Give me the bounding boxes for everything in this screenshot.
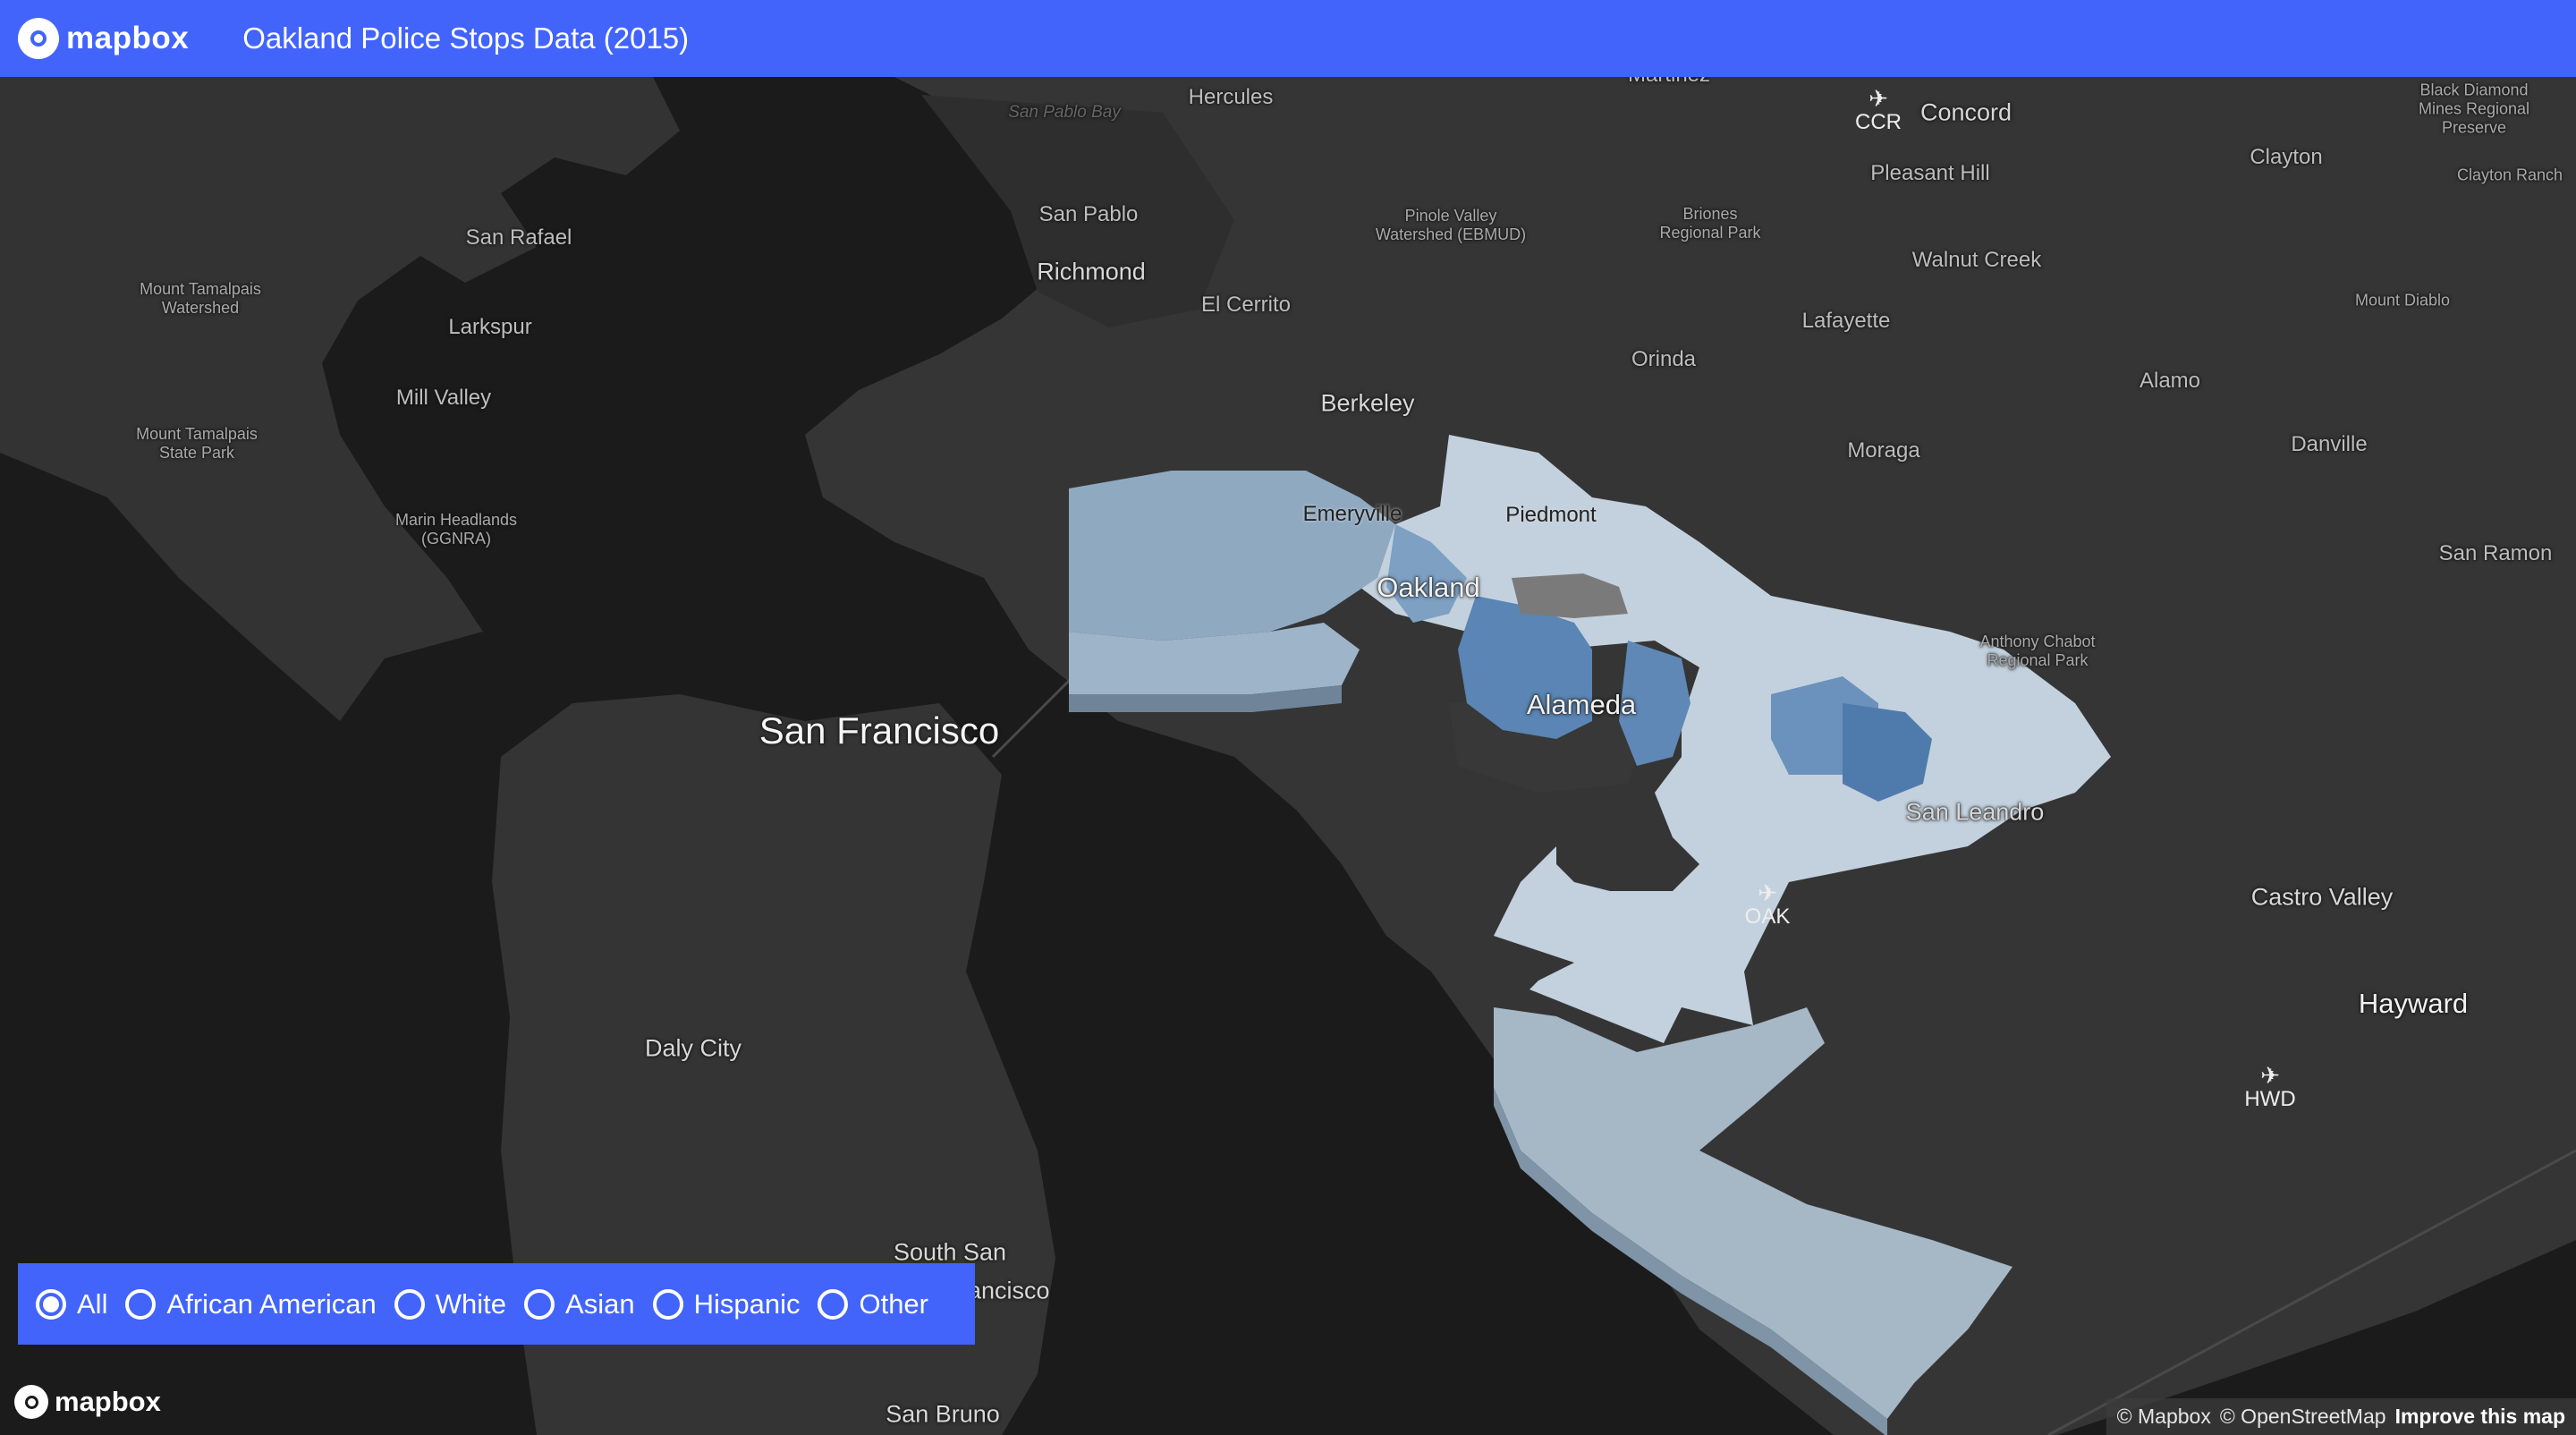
filter-option-label: Hispanic (693, 1287, 801, 1320)
basemap-svg (0, 77, 2576, 1435)
label-lafayette: Lafayette (1801, 309, 1891, 333)
filter-option-label: Other (859, 1287, 928, 1320)
header-bar: mapbox Oakland Police Stops Data (2015) (0, 0, 2576, 77)
label-san-ramon: San Ramon (2438, 541, 2553, 565)
label-walnut-creek: Walnut Creek (1911, 248, 2042, 272)
filter-option-hispanic[interactable]: Hispanic (652, 1287, 801, 1320)
attribution-osm-link[interactable]: © OpenStreetMap (2220, 1405, 2386, 1429)
label-moraga: Moraga (1847, 438, 1920, 463)
label-san-rafael: San Rafael (465, 225, 572, 250)
filter-option-white[interactable]: White (394, 1288, 506, 1320)
attribution-mapbox-link[interactable]: © Mapbox (2117, 1405, 2211, 1429)
airport-oak[interactable]: ✈ OAK (1745, 881, 1791, 930)
airport-ccr[interactable]: ✈ CCR (1855, 87, 1902, 135)
label-mill-valley: Mill Valley (395, 386, 492, 410)
mapbox-logo-icon (14, 1385, 48, 1419)
airport-hwd[interactable]: ✈ HWD (2244, 1064, 2295, 1112)
radio-button[interactable] (524, 1288, 555, 1320)
label-san-francisco: San Francisco (758, 709, 1000, 751)
label-orinda: Orinda (1631, 347, 1697, 371)
label-san-pablo-bay: San Pablo Bay (1008, 103, 1121, 122)
label-tamalpais-watershed: Mount Tamalpais Watershed (140, 280, 261, 317)
label-san-leandro: San Leandro (1905, 798, 2045, 826)
map-canvas[interactable]: Martinez Hercules San Pablo Bay Concord … (0, 63, 2576, 1435)
filter-option-other[interactable]: Other (818, 1288, 928, 1320)
filter-option-african-american[interactable]: African American (125, 1287, 377, 1320)
radio-button[interactable] (818, 1288, 849, 1320)
filter-option-all[interactable]: All (36, 1288, 107, 1320)
label-hayward: Hayward (2358, 988, 2469, 1019)
label-concord: Concord (1919, 98, 2012, 126)
label-danville: Danville (2291, 432, 2368, 456)
page-title: Oakland Police Stops Data (2015) (242, 21, 690, 55)
label-clayton: Clayton (2250, 145, 2323, 169)
filter-option-label: African American (166, 1287, 377, 1320)
label-south-sf: South San (893, 1238, 1007, 1266)
label-black-diamond: Black Diamond Mines Regional Preserve (2418, 81, 2530, 137)
airport-code: HWD (2244, 1087, 2296, 1111)
label-marin-headlands: Marin Headlands (GGNRA) (394, 511, 518, 548)
filter-option-asian[interactable]: Asian (524, 1288, 635, 1320)
airplane-icon: ✈ (1758, 879, 1777, 906)
label-tamalpais-state-park: Mount Tamalpais State Park (136, 425, 258, 462)
mapbox-logo-text: mapbox (66, 21, 190, 55)
label-san-bruno: San Bruno (886, 1400, 1000, 1428)
label-anthony-chabot: Anthony Chabot Regional Park (1979, 633, 2096, 669)
filter-option-label: Asian (565, 1287, 635, 1320)
mapbox-logo[interactable]: mapbox (18, 18, 189, 59)
label-richmond: Richmond (1037, 258, 1146, 285)
label-larkspur: Larkspur (448, 315, 532, 339)
label-briones: Briones Regional Park (1659, 205, 1761, 242)
label-emeryville: Emeryville (1302, 502, 1402, 526)
label-berkeley: Berkeley (1320, 389, 1415, 417)
airport-code: CCR (1855, 110, 1902, 134)
label-oakland: Oakland (1377, 572, 1480, 603)
label-hercules: Hercules (1188, 85, 1274, 109)
radio-button[interactable] (394, 1288, 425, 1320)
map-attribution: © Mapbox © OpenStreetMap Improve this ma… (2106, 1398, 2576, 1435)
label-alamo: Alamo (2139, 369, 2201, 393)
airplane-icon: ✈ (2260, 1062, 2280, 1089)
label-alameda: Alameda (1526, 689, 1637, 720)
mapbox-watermark[interactable]: mapbox (14, 1385, 161, 1419)
label-mount-diablo: Mount Diablo (2354, 291, 2451, 310)
filter-option-label: All (77, 1287, 108, 1320)
label-pleasant-hill: Pleasant Hill (1870, 161, 1990, 185)
airplane-icon: ✈ (1868, 85, 1888, 112)
label-el-cerrito: El Cerrito (1200, 293, 1292, 317)
radio-button-selected[interactable] (36, 1288, 66, 1320)
radio-button[interactable] (125, 1288, 157, 1320)
radio-button[interactable] (652, 1288, 683, 1320)
label-daly-city: Daly City (644, 1034, 742, 1062)
filter-option-label: White (435, 1287, 507, 1320)
label-san-pablo: San Pablo (1038, 202, 1139, 226)
mapbox-watermark-text: mapbox (55, 1386, 161, 1417)
race-filter-panel: All African American White Asian Hispani… (18, 1263, 975, 1345)
app-root: mapbox Oakland Police Stops Data (2015) (0, 0, 2576, 1435)
label-castro-valley: Castro Valley (2250, 883, 2394, 911)
airport-code: OAK (1744, 904, 1791, 929)
mapbox-logo-icon (18, 18, 59, 59)
label-pinole-valley: Pinole Valley Watershed (EBMUD) (1375, 207, 1527, 243)
label-clayton-ranch: Clayton Ranch (2456, 166, 2563, 184)
label-piedmont: Piedmont (1505, 503, 1597, 527)
improve-map-link[interactable]: Improve this map (2395, 1405, 2565, 1429)
